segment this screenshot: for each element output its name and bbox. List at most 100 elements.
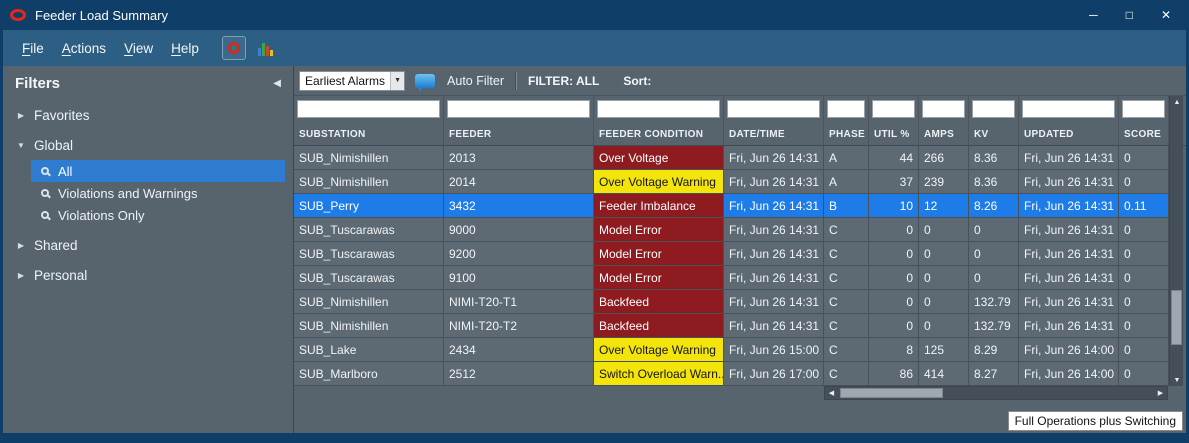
cell-phase: B (824, 194, 869, 218)
menu-actions-label: ctions (70, 40, 107, 56)
cell-updated: Fri, Jun 26 14:31 (1019, 242, 1119, 266)
menu-help[interactable]: Help (162, 41, 208, 56)
horizontal-scrollbar[interactable]: ◀ ▶ (824, 386, 1168, 400)
expand-arrow-icon[interactable] (15, 111, 27, 120)
column-header-label: PHASE (829, 129, 865, 140)
filter-group-label: Global (34, 137, 74, 153)
filters-panel-title: Filters (15, 74, 61, 92)
cell-substation: SUB_Marlboro (294, 362, 444, 386)
column-header-label: SUBSTATION (299, 129, 366, 140)
table-row[interactable]: SUB_Lake 2434 Over Voltage Warning Fri, Jun… (294, 338, 1186, 362)
table-row[interactable]: SUB_Nimishillen NIMI-T20-T1 Backfeed Fri, J… (294, 290, 1186, 314)
column-header-label: KV (974, 129, 989, 140)
expand-arrow-icon[interactable] (15, 241, 27, 250)
table-row[interactable]: SUB_Tuscarawas 9000 Model Error Fri, Jun 26… (294, 218, 1186, 242)
column-header-amps[interactable]: AMPS (919, 96, 969, 145)
filter-group-favorites[interactable]: Favorites (3, 100, 293, 130)
filter-group-global[interactable]: Global (3, 130, 293, 160)
chevron-down-icon (390, 71, 405, 90)
column-filter-input[interactable] (597, 100, 720, 118)
cell-datetime: Fri, Jun 26 14:31 (724, 170, 824, 194)
table-row[interactable]: SUB_Nimishillen 2013 Over Voltage Fri, Jun … (294, 146, 1186, 170)
vertical-scrollbar[interactable]: ▲ ▼ (1169, 96, 1183, 386)
cell-feeder: NIMI-T20-T2 (444, 314, 594, 338)
collapse-panel-icon[interactable]: ◀ (273, 78, 281, 89)
table-row[interactable]: SUB_Nimishillen 2014 Over Voltage Warning F… (294, 170, 1186, 194)
alarm-filter-dropdown[interactable]: Earliest Alarms (299, 70, 406, 91)
menu-view[interactable]: View (115, 41, 162, 56)
close-button[interactable]: ✕ (1161, 9, 1171, 21)
column-header-phase[interactable]: PHASE (824, 96, 869, 145)
column-filter-input[interactable] (872, 100, 915, 118)
menu-view-mnemonic: V (124, 40, 133, 56)
oracle-ring-toolbar-icon[interactable] (221, 36, 246, 60)
cell-util: 0 (869, 290, 919, 314)
column-filter-input[interactable] (297, 100, 440, 118)
column-header-label: UTIL % (874, 129, 910, 140)
column-header-util[interactable]: UTIL % (869, 96, 919, 145)
table-row[interactable]: SUB_Marlboro 2512 Switch Overload Warn... F… (294, 362, 1186, 386)
minimize-button[interactable]: ─ (1089, 9, 1098, 21)
menu-actions[interactable]: Actions (53, 41, 115, 56)
cell-score: 0 (1119, 146, 1169, 170)
cell-amps: 12 (919, 194, 969, 218)
expand-arrow-icon[interactable] (15, 271, 27, 280)
cell-feeder: 2013 (444, 146, 594, 170)
column-header-kv[interactable]: KV (969, 96, 1019, 145)
column-header-datetime[interactable]: DATE/TIME (724, 96, 824, 145)
cell-substation: SUB_Tuscarawas (294, 218, 444, 242)
column-filter-input[interactable] (1122, 100, 1165, 118)
operations-mode-tooltip: Full Operations plus Switching (1007, 411, 1183, 431)
cell-util: 0 (869, 314, 919, 338)
column-filter-input[interactable] (447, 100, 590, 118)
column-header-feeder[interactable]: FEEDER (444, 96, 594, 145)
horizontal-scrollbar-thumb[interactable] (840, 388, 943, 398)
scroll-down-arrow-icon[interactable]: ▼ (1170, 374, 1184, 386)
table-body: SUB_Nimishillen 2013 Over Voltage Fri, Jun … (294, 146, 1186, 386)
column-filter-input[interactable] (727, 100, 820, 118)
cell-datetime: Fri, Jun 26 15:00 (724, 338, 824, 362)
cell-datetime: Fri, Jun 26 14:31 (724, 194, 824, 218)
chart-bar-blue (258, 48, 262, 56)
cell-condition: Over Voltage Warning (594, 338, 724, 362)
cell-util: 0 (869, 242, 919, 266)
vertical-scrollbar-thumb[interactable] (1171, 290, 1182, 345)
auto-filter-button[interactable]: Auto Filter (447, 74, 504, 88)
cell-util: 0 (869, 266, 919, 290)
filter-item-violations-only[interactable]: Violations Only (31, 204, 285, 226)
red-ring-icon (227, 42, 240, 54)
column-header-updated[interactable]: UPDATED (1019, 96, 1119, 145)
cell-condition: Backfeed (594, 290, 724, 314)
filter-group-shared[interactable]: Shared (3, 230, 293, 260)
menu-view-label: iew (132, 40, 154, 56)
column-header-feeder-condition[interactable]: FEEDER CONDITION (594, 96, 724, 145)
bar-chart-toolbar-icon[interactable] (254, 36, 278, 60)
search-icon (41, 167, 49, 175)
table-row[interactable]: SUB_Nimishillen NIMI-T20-T2 Backfeed Fri, J… (294, 314, 1186, 338)
scroll-right-arrow-icon[interactable]: ▶ (1154, 387, 1167, 399)
cell-kv: 8.36 (969, 146, 1019, 170)
chart-bar-yellow (270, 50, 274, 56)
table-row[interactable]: SUB_Tuscarawas 9200 Model Error Fri, Jun 26… (294, 242, 1186, 266)
comment-bubble-icon[interactable] (415, 73, 436, 92)
column-filter-input[interactable] (1022, 100, 1115, 118)
filter-item-all[interactable]: All (31, 160, 285, 182)
scroll-left-arrow-icon[interactable]: ◀ (825, 387, 838, 399)
collapse-arrow-icon[interactable] (15, 141, 27, 150)
scroll-up-arrow-icon[interactable]: ▲ (1170, 96, 1184, 108)
cell-condition: Backfeed (594, 314, 724, 338)
table-row[interactable]: SUB_Tuscarawas 9100 Model Error Fri, Jun 26… (294, 266, 1186, 290)
maximize-button[interactable]: □ (1126, 9, 1133, 21)
table-row[interactable]: SUB_Perry 3432 Feeder Imbalance Fri, Jun 26… (294, 194, 1186, 218)
column-header-substation[interactable]: SUBSTATION (294, 96, 444, 145)
cell-substation: SUB_Perry (294, 194, 444, 218)
menu-file[interactable]: File (13, 41, 53, 56)
column-filter-input[interactable] (827, 100, 865, 118)
filter-group-personal[interactable]: Personal (3, 260, 293, 290)
filter-item-violations-and-warnings[interactable]: Violations and Warnings (31, 182, 285, 204)
column-filter-input[interactable] (922, 100, 965, 118)
column-header-score[interactable]: SCORE (1119, 96, 1169, 145)
cell-amps: 0 (919, 314, 969, 338)
cell-amps: 414 (919, 362, 969, 386)
column-filter-input[interactable] (972, 100, 1015, 118)
